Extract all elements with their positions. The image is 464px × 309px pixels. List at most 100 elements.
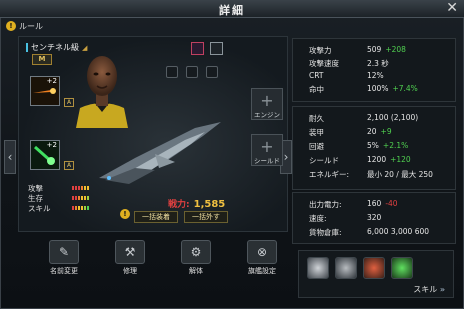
stat-bar-segment	[72, 196, 74, 200]
skill-crossed-icon[interactable]	[335, 257, 357, 279]
stat-value: 100%	[367, 84, 389, 93]
stat-key: 攻撃力	[309, 46, 332, 55]
defense-stats-box: 耐久 2,100 (2,100) 装甲 20 +9 回避 5% +2.1% シールド 1200 +1…	[292, 106, 456, 190]
stat-key: CRT	[309, 71, 324, 80]
upgrade-level: +2	[46, 141, 57, 149]
skill-missile-icon[interactable]	[363, 257, 385, 279]
stat-value-group: 160 -40	[367, 199, 398, 208]
stat-value: 509	[367, 45, 382, 54]
stat-value: 160	[367, 199, 382, 208]
stat-value-group: 12%	[367, 71, 388, 80]
lock-icon	[206, 66, 218, 78]
upgrade-level: +2	[46, 77, 57, 85]
skill-swirl-icon[interactable]	[307, 257, 329, 279]
lock-icon	[186, 66, 198, 78]
flagship-button[interactable]: ⊗ 旗艦設定	[242, 240, 282, 280]
stat-bar-row: 生存	[28, 193, 89, 203]
window-title: 詳細	[219, 4, 245, 17]
stat-delta: -40	[385, 199, 398, 208]
close-icon[interactable]: ✕	[446, 0, 458, 16]
stat-bar-segment	[81, 186, 83, 190]
portrait-tools	[191, 42, 223, 55]
stat-row: 貨物倉庫: 6,000 3,000 600	[309, 227, 429, 238]
stat-bar-segment	[75, 206, 77, 210]
stat-value: 2,100 (2,100)	[367, 113, 419, 122]
engine-label: エンジン	[254, 111, 280, 119]
rule-label: ルール	[19, 21, 43, 31]
stat-row: 回避 5% +2.1%	[309, 141, 408, 152]
stat-row: CRT 12%	[309, 71, 384, 80]
stat-delta: +208	[385, 45, 406, 54]
stat-bar-segment	[87, 186, 89, 190]
grade-badge: A	[64, 98, 74, 107]
stat-bar-segment	[72, 206, 74, 210]
stat-value: 12%	[367, 71, 384, 80]
stat-key: 命中	[309, 85, 324, 94]
lock-slots	[166, 66, 218, 78]
stat-bar-segment	[87, 196, 89, 200]
stat-value: 2.3 秒	[367, 59, 389, 68]
combat-power: 戦力: 1,585	[168, 197, 225, 210]
skill-leaf-icon[interactable]	[391, 257, 413, 279]
stat-row: 攻撃速度 2.3 秒	[309, 58, 389, 69]
skills-link[interactable]: スキル »	[413, 284, 445, 295]
remove-all-button[interactable]: 一括外す	[184, 211, 228, 223]
stat-key: 貨物倉庫:	[309, 228, 342, 237]
dismantle-icon: ⚙	[181, 240, 211, 264]
stat-value-group: 320	[367, 213, 385, 222]
stat-row: 速度: 320	[309, 213, 381, 224]
equip-all-button[interactable]: 一括装着	[134, 211, 178, 223]
stat-row: シールド 1200 +120	[309, 155, 411, 166]
stat-key: 耐久	[309, 114, 324, 123]
stat-key: 回避	[309, 142, 324, 151]
rename-icon: ✎	[49, 240, 79, 264]
weapon-slot-1[interactable]: +2	[30, 76, 60, 106]
stat-delta: +2.1%	[382, 141, 409, 150]
stat-key: エネルギー:	[309, 170, 350, 179]
weapon-slot-2[interactable]: +2	[30, 140, 60, 170]
stat-value: 5%	[367, 141, 379, 150]
engine-slot[interactable]: + エンジン	[251, 88, 283, 120]
shield-label: シールド	[254, 157, 280, 165]
attack-stats-box: 攻撃力 509 +208 攻撃速度 2.3 秒 CRT 12% 命中 100% +7.4%	[292, 38, 456, 102]
stat-row: 装甲 20 +9	[309, 127, 392, 138]
stat-row: エネルギー: 最小 20 / 最大 250	[309, 169, 433, 180]
stat-bar-row: 攻撃	[28, 183, 89, 193]
captain-portrait	[76, 56, 128, 128]
plus-icon: +	[260, 91, 274, 110]
action-bar: ✎ 名前変更 ⚒ 修理 ⚙ 解体 ⊗ 旗艦設定	[44, 240, 282, 280]
prev-ship-button[interactable]: ‹	[4, 140, 16, 174]
stat-bars: 攻撃 生存 スキル	[28, 183, 89, 213]
rule-button[interactable]: ! ルール	[6, 20, 43, 32]
stat-value-group: 5% +2.1%	[367, 141, 408, 150]
stat-key: 攻撃速度	[309, 59, 339, 68]
info-icon[interactable]: !	[120, 209, 130, 219]
stat-row: 攻撃力 509 +208	[309, 45, 406, 56]
stat-bar-segment	[78, 196, 80, 200]
shield-slot[interactable]: + シールド	[251, 134, 283, 166]
camera-icon[interactable]	[210, 42, 223, 55]
dismantle-label: 解体	[189, 267, 203, 275]
stat-bar-segment	[84, 206, 86, 210]
lock-icon	[166, 66, 178, 78]
swap-captain-icon[interactable]	[191, 42, 204, 55]
dismantle-button[interactable]: ⚙ 解体	[176, 240, 216, 280]
plus-icon: +	[260, 137, 274, 156]
double-chevron-icon: »	[439, 285, 445, 294]
stat-key: 装甲	[309, 128, 324, 137]
stat-bar-segment	[78, 186, 80, 190]
rename-button[interactable]: ✎ 名前変更	[44, 240, 84, 280]
stat-delta: +7.4%	[392, 84, 418, 93]
skills-label: スキル	[413, 285, 438, 294]
stat-value-group: 509 +208	[367, 45, 406, 54]
stat-bar-segment	[75, 186, 77, 190]
flagship-icon: ⊗	[247, 240, 277, 264]
stat-row: 耐久 2,100 (2,100)	[309, 113, 418, 124]
stat-value: 20	[367, 127, 377, 136]
repair-icon: ⚒	[115, 240, 145, 264]
stat-bar-segment	[75, 196, 77, 200]
stat-bar-label: スキル	[28, 203, 51, 213]
output-stats-box: 出力電力: 160 -40 速度: 320 貨物倉庫: 6,000 3,000 600	[292, 192, 456, 244]
repair-button[interactable]: ⚒ 修理	[110, 240, 150, 280]
grade-badge: A	[64, 161, 74, 170]
